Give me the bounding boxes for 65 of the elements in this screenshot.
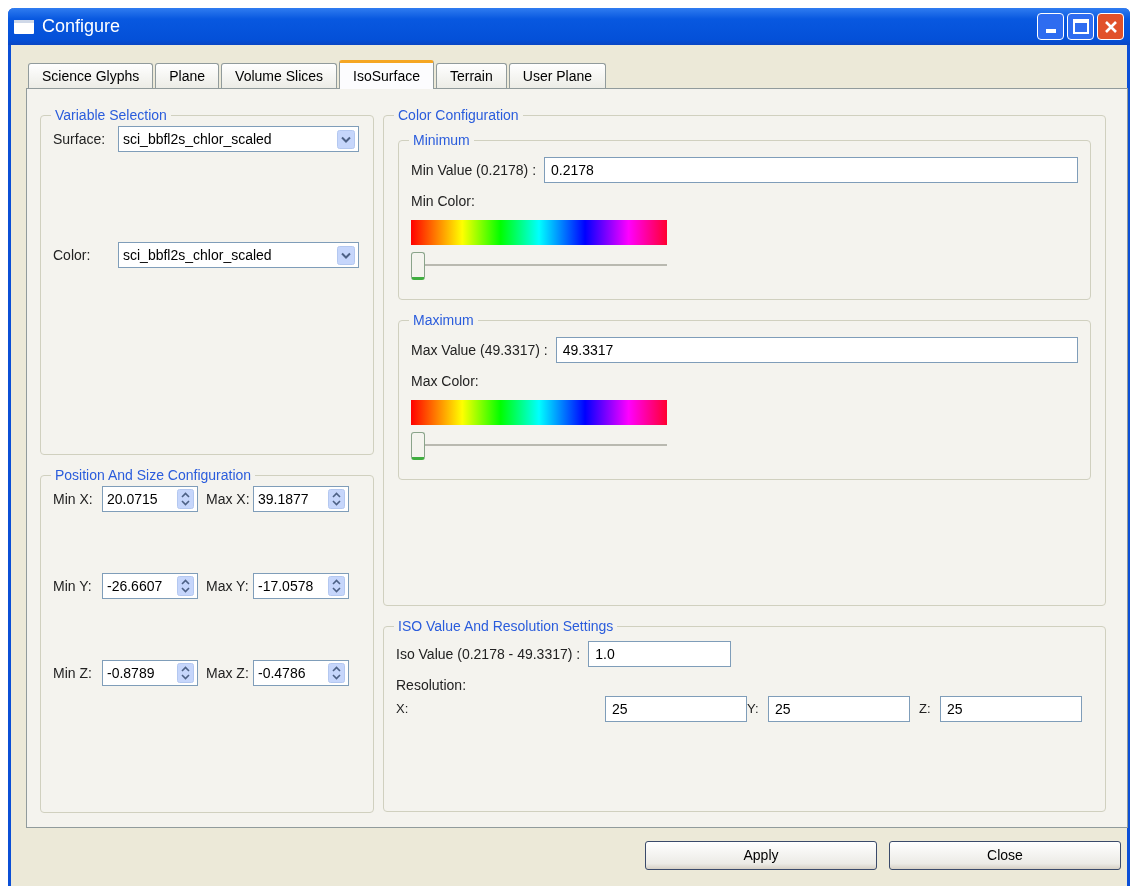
dropdown[interactable]: sci_bbfl2s_chlor_scaled xyxy=(118,126,359,152)
input-field[interactable]: 25 xyxy=(768,696,910,722)
input-field[interactable]: 1.0 xyxy=(588,641,732,667)
field-label: Min Color: xyxy=(411,192,476,211)
field-label: Min Value (0.2178) : xyxy=(411,160,537,180)
slider-thumb[interactable] xyxy=(411,432,425,460)
dropdown[interactable]: sci_bbfl2s_chlor_scaled xyxy=(118,242,359,268)
field-label: Min X: xyxy=(53,489,94,509)
field-label: Max Color: xyxy=(411,372,480,391)
field-label: Min Y: xyxy=(53,576,93,596)
group-title: Minimum xyxy=(412,131,471,150)
field-label: X: xyxy=(396,700,410,719)
input-field[interactable]: 0.2178 xyxy=(544,157,1078,183)
window-icon xyxy=(14,19,34,34)
field-label: Color: xyxy=(53,245,92,265)
input-field[interactable]: 25 xyxy=(940,696,1082,722)
slider-thumb[interactable] xyxy=(411,252,425,280)
tab[interactable]: User Plane xyxy=(508,63,607,88)
minimize-icon[interactable] xyxy=(1045,29,1056,33)
group-title: Maximum xyxy=(412,311,475,330)
group-title: Color Configuration xyxy=(397,106,520,125)
spin-arrows-icon[interactable] xyxy=(328,489,345,509)
spin-box[interactable]: 39.1877 xyxy=(253,486,349,512)
group-title: Position And Size Configuration xyxy=(54,466,253,485)
spin-box[interactable]: -17.0578 xyxy=(253,573,349,599)
tab[interactable]: IsoSurface xyxy=(339,60,434,89)
input-field[interactable]: 25 xyxy=(605,696,747,722)
dialog-button[interactable]: Apply xyxy=(645,841,877,870)
field-label: Resolution: xyxy=(396,676,468,695)
spin-arrows-icon[interactable] xyxy=(177,663,194,683)
field-label: Y: xyxy=(747,700,760,719)
field-label: Max Z: xyxy=(205,663,250,683)
spin-box[interactable]: -0.4786 xyxy=(253,660,349,686)
maximize-icon[interactable] xyxy=(1072,19,1089,34)
chevron-down-icon[interactable] xyxy=(337,129,355,149)
field-label: Surface: xyxy=(53,129,107,149)
field-label: Max Value (49.3317) : xyxy=(411,340,548,360)
spin-arrows-icon[interactable] xyxy=(328,663,345,683)
group-title: Variable Selection xyxy=(54,106,168,125)
field-label: Max X: xyxy=(205,489,251,509)
field-label: Z: xyxy=(919,700,932,719)
spin-arrows-icon[interactable] xyxy=(328,576,345,596)
group-title: ISO Value And Resolution Settings xyxy=(397,617,615,636)
chevron-down-icon[interactable] xyxy=(337,245,355,265)
tab[interactable]: Science Glyphs xyxy=(28,63,154,88)
spin-box[interactable]: -0.8789 xyxy=(102,660,198,686)
spin-box[interactable]: -26.6607 xyxy=(102,573,198,599)
field-label: Iso Value (0.2178 - 49.3317) : xyxy=(396,644,581,664)
window-title: Configure xyxy=(42,15,121,38)
color-slider[interactable] xyxy=(411,431,667,461)
minimize-button[interactable] xyxy=(1037,13,1064,40)
dialog-button[interactable]: Close xyxy=(889,841,1121,870)
input-field[interactable]: 49.3317 xyxy=(555,337,1078,363)
tab[interactable]: Volume Slices xyxy=(221,63,338,88)
close-icon[interactable] xyxy=(1103,19,1118,34)
spin-box[interactable]: 20.0715 xyxy=(102,486,198,512)
tab[interactable]: Terrain xyxy=(435,63,507,88)
spin-arrows-icon[interactable] xyxy=(177,489,194,509)
field-label: Min Z: xyxy=(53,663,93,683)
field-label: Max Y: xyxy=(205,576,250,596)
tab[interactable]: Plane xyxy=(155,63,220,88)
maximize-button[interactable] xyxy=(1067,13,1094,40)
spin-arrows-icon[interactable] xyxy=(177,576,194,596)
close-window-button[interactable] xyxy=(1097,13,1124,40)
color-slider[interactable] xyxy=(411,251,667,281)
